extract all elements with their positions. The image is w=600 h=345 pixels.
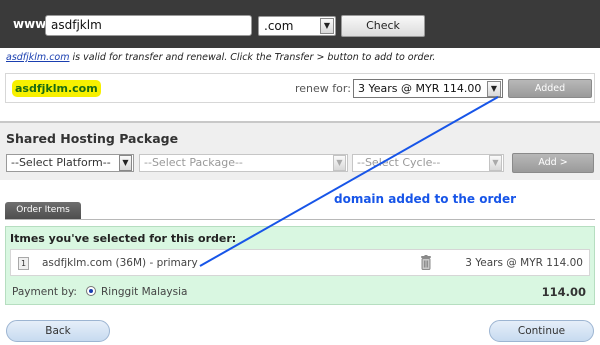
tab-underline	[5, 219, 595, 220]
item-price: 3 Years @ MYR 114.00	[465, 257, 583, 269]
item-name: asdfjklm.com (36M) - primary	[42, 257, 198, 269]
chevron-down-icon: ▼	[119, 155, 132, 171]
platform-select[interactable]: --Select Platform-- ▼	[6, 154, 134, 172]
order-title: Itmes you've selected for this order:	[10, 232, 237, 245]
order-items-panel: Itmes you've selected for this order: 1 …	[5, 226, 595, 305]
payment-radio[interactable]	[86, 286, 96, 296]
platform-placeholder: --Select Platform--	[11, 156, 111, 169]
order-total: 114.00	[541, 285, 586, 299]
package-placeholder: --Select Package--	[144, 156, 243, 169]
back-button[interactable]: Back	[6, 320, 110, 342]
cycle-select[interactable]: --Select Cycle-- ▼	[352, 154, 504, 172]
renew-period-select[interactable]: 3 Years @ MYR 114.00 ▼	[353, 79, 503, 98]
renew-label: renew for:	[295, 82, 351, 95]
availability-text: is valid for transfer and renewal. Click…	[69, 52, 436, 63]
domain-search-input[interactable]: asdfjklm	[45, 15, 252, 36]
chevron-down-icon: ▼	[489, 155, 502, 171]
trash-icon[interactable]	[420, 255, 432, 270]
renew-selected-value: 3 Years @ MYR 114.00	[358, 82, 482, 95]
domain-link[interactable]: asdfjklm.com	[6, 52, 70, 63]
chevron-down-icon: ▼	[487, 81, 501, 97]
added-button[interactable]: Added	[508, 79, 592, 98]
payment-method: Ringgit Malaysia	[101, 286, 188, 298]
tab-order-items[interactable]: Order Items	[5, 202, 81, 219]
tld-selected-value: .com	[264, 19, 294, 33]
hosting-title: Shared Hosting Package	[6, 131, 179, 146]
availability-message: asdfjklm.com is valid for transfer and r…	[6, 52, 435, 63]
shared-hosting-panel: Shared Hosting Package --Select Platform…	[0, 123, 600, 180]
add-hosting-button[interactable]: Add >	[512, 153, 594, 173]
continue-button[interactable]: Continue	[489, 320, 594, 342]
chevron-down-icon: ▼	[333, 155, 346, 171]
item-number: 1	[18, 257, 29, 270]
chevron-down-icon: ▼	[320, 18, 334, 34]
package-select[interactable]: --Select Package-- ▼	[139, 154, 348, 172]
added-domain-name: asdfjklm.com	[12, 80, 101, 97]
check-button[interactable]: Check	[341, 15, 425, 37]
order-item-row: 1 asdfjklm.com (36M) - primary 3 Years @…	[10, 249, 590, 276]
cycle-placeholder: --Select Cycle--	[357, 156, 441, 169]
annotation-text: domain added to the order	[334, 192, 517, 206]
domain-search-bar: www. asdfjklm .com ▼ Check	[0, 0, 600, 48]
added-domain-row: asdfjklm.com renew for: 3 Years @ MYR 11…	[5, 73, 595, 103]
payment-label: Payment by:	[12, 286, 77, 298]
tld-select[interactable]: .com ▼	[258, 16, 336, 36]
